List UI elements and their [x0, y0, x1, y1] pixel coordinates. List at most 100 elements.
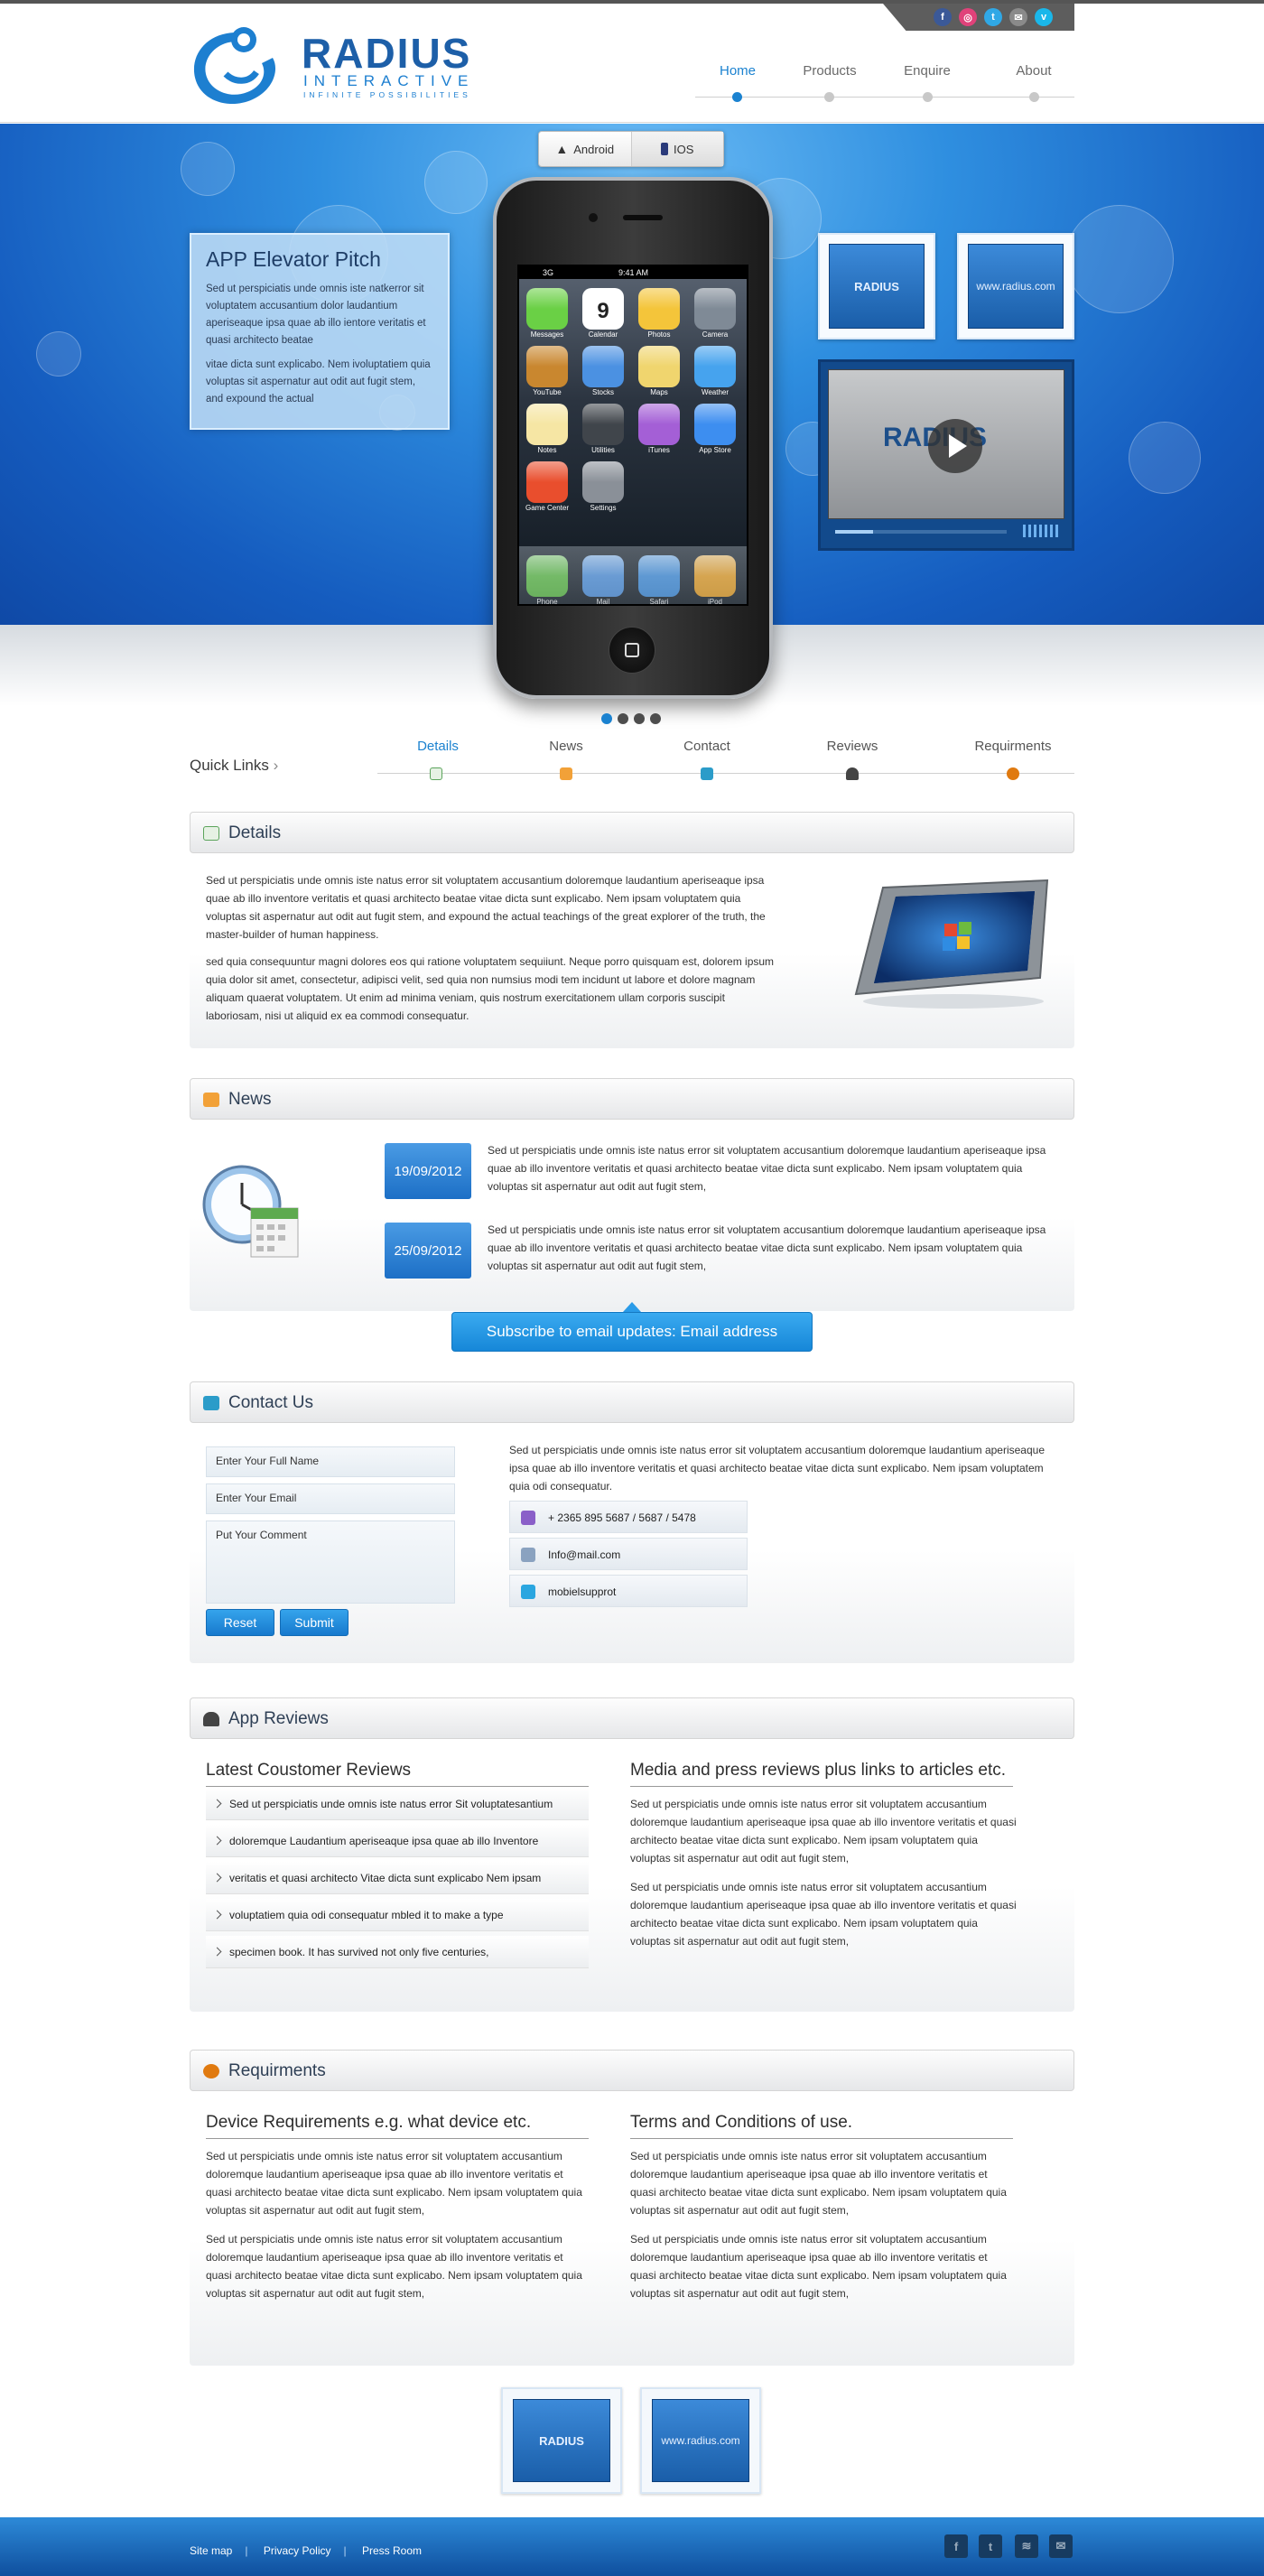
android-tab[interactable]: ▲ Android	[539, 132, 631, 166]
name-field[interactable]: Enter Your Full Name	[206, 1446, 455, 1477]
skype-info[interactable]: mobielsupprot	[509, 1575, 748, 1607]
warning-icon	[203, 2064, 219, 2078]
thumbnail-website[interactable]: www.radius.com	[957, 233, 1074, 339]
ios-tab[interactable]: IOS	[630, 132, 723, 166]
rss-icon[interactable]: ≋	[1015, 2534, 1038, 2558]
email-icon[interactable]: ✉	[1049, 2534, 1073, 2558]
twitter-icon[interactable]: t	[979, 2534, 1002, 2558]
app-icon[interactable]	[582, 461, 624, 503]
carousel-dot[interactable]	[618, 713, 628, 724]
review-item[interactable]: voluptatiem quia odi consequatur mbled i…	[206, 1899, 589, 1931]
review-item[interactable]: veritatis et quasi architecto Vitae dict…	[206, 1862, 589, 1894]
elevator-pitch-box: APP Elevator Pitch Sed ut perspiciatis u…	[190, 233, 450, 430]
app-icon[interactable]	[638, 288, 680, 330]
phone-info: + 2365 895 5687 / 5687 / 5478	[509, 1501, 748, 1533]
nav-dot	[732, 92, 742, 102]
subscribe-button[interactable]: Subscribe to email updates: Email addres…	[451, 1312, 813, 1352]
carousel-dot[interactable]	[650, 713, 661, 724]
iphone-mockup: 3G 9:41 AM Messages 9 Calendar Photos Camera…	[493, 177, 773, 699]
app-label: Camera	[702, 330, 729, 339]
app-label: Calendar	[588, 330, 618, 339]
details-text: Sed ut perspiciatis unde omnis iste natu…	[206, 871, 784, 1034]
logo[interactable]: RADIUS INTERACTIVE INFINITE POSSIBILITIE…	[190, 20, 506, 114]
app-icon[interactable]	[526, 404, 568, 445]
facebook-icon[interactable]: f	[944, 2534, 968, 2558]
bubble-decoration	[1129, 422, 1201, 494]
twitter-icon[interactable]: t	[984, 8, 1002, 26]
header: f ◎ t ✉ v RADIUS INTERACTIVE INFINITE PO…	[0, 4, 1264, 123]
progress-track[interactable]	[835, 530, 1007, 534]
reset-button[interactable]: Reset	[206, 1609, 274, 1636]
home-button[interactable]	[609, 627, 655, 674]
pitch-text: vitae dicta sunt explicabo. Nem ivolupta…	[206, 359, 431, 405]
nav-enquire[interactable]: Enquire	[887, 63, 968, 79]
email-icon	[521, 1548, 535, 1562]
footer-link-sitemap[interactable]: Site map	[190, 2544, 232, 2557]
quick-link-news[interactable]: News	[512, 739, 620, 754]
quick-link-reviews[interactable]: Reviews	[798, 739, 906, 754]
footer-links: Site map | Privacy Policy | Press Room	[190, 2544, 434, 2557]
quick-link-contact[interactable]: Contact	[653, 739, 761, 754]
thumbnail-label: www.radius.com	[968, 244, 1064, 329]
carousel-dot[interactable]	[634, 713, 645, 724]
nav-home[interactable]: Home	[697, 63, 778, 79]
logo-name: RADIUS	[302, 30, 472, 77]
app-icon[interactable]	[694, 404, 736, 445]
app-icon[interactable]	[526, 288, 568, 330]
quick-links-line	[377, 773, 1074, 774]
email-info[interactable]: Info@mail.com	[509, 1538, 748, 1570]
app-icon[interactable]	[694, 346, 736, 387]
platform-switch: ▲ Android IOS	[538, 131, 724, 167]
app-icon[interactable]	[526, 461, 568, 503]
android-label: Android	[573, 142, 615, 156]
carousel-dot[interactable]	[601, 713, 612, 724]
dribbble-icon[interactable]: ◎	[959, 8, 977, 26]
play-icon[interactable]	[928, 419, 982, 473]
app-icon[interactable]	[638, 346, 680, 387]
email-field[interactable]: Enter Your Email	[206, 1483, 455, 1514]
bubble-decoration	[181, 142, 235, 196]
footer-thumbnail-website[interactable]: www.radius.com	[640, 2387, 761, 2494]
thumbnail-label: RADIUS	[829, 244, 925, 329]
email-icon[interactable]: ✉	[1009, 8, 1027, 26]
app-label: iTunes	[648, 446, 670, 454]
facebook-icon[interactable]: f	[934, 8, 952, 26]
review-item[interactable]: doloremque Laudantium aperiseaque ipsa q…	[206, 1825, 589, 1857]
app-icon[interactable]: 9	[582, 288, 624, 330]
app-icon[interactable]	[582, 404, 624, 445]
thumbnail-logo[interactable]: RADIUS	[818, 233, 935, 339]
video-player[interactable]: RADIUS	[818, 359, 1074, 551]
requirements-paragraph: Sed ut perspiciatis unde omnis iste natu…	[206, 2233, 582, 2300]
details-paragraph: sed quia consequuntur magni dolores eos …	[206, 955, 775, 1022]
quick-links-label: Quick Links ›	[190, 757, 278, 775]
submit-button[interactable]: Submit	[280, 1609, 349, 1636]
app-icon[interactable]	[694, 288, 736, 330]
app-icon[interactable]	[582, 346, 624, 387]
footer-link-press[interactable]: Press Room	[362, 2544, 422, 2557]
footer-thumbnail-logo[interactable]: RADIUS	[501, 2387, 622, 2494]
footer-link-privacy[interactable]: Privacy Policy	[264, 2544, 331, 2557]
app-icon[interactable]	[638, 404, 680, 445]
tablet-image	[847, 877, 1055, 1012]
review-item[interactable]: Sed ut perspiciatis unde omnis iste natu…	[206, 1788, 589, 1820]
section-header: Contact Us	[190, 1381, 1074, 1423]
comment-field[interactable]: Put Your Comment	[206, 1520, 455, 1604]
volume-icon[interactable]	[1023, 525, 1059, 537]
press-reviews-text: Sed ut perspiciatis unde omnis iste natu…	[630, 1795, 1018, 1961]
section-title: Details	[228, 823, 282, 842]
app-icon[interactable]	[526, 346, 568, 387]
quick-link-details[interactable]: Details	[384, 739, 492, 754]
review-item[interactable]: specimen book. It has survived not only …	[206, 1936, 589, 1968]
quick-link-requirements[interactable]: Requirments	[959, 739, 1067, 754]
chevron-right-icon: ›	[273, 757, 279, 774]
section-header: Details	[190, 812, 1074, 853]
requirements-right-text: Sed ut perspiciatis unde omnis iste natu…	[630, 2147, 1013, 2313]
clock-calendar-icon	[202, 1161, 303, 1262]
app-label: Maps	[650, 388, 668, 396]
vimeo-icon[interactable]: v	[1035, 8, 1053, 26]
nav-products[interactable]: Products	[789, 63, 870, 79]
skype-icon	[521, 1585, 535, 1599]
nav-about[interactable]: About	[993, 63, 1074, 79]
contact-icon	[203, 1396, 219, 1410]
carrier: 3G	[543, 268, 554, 277]
